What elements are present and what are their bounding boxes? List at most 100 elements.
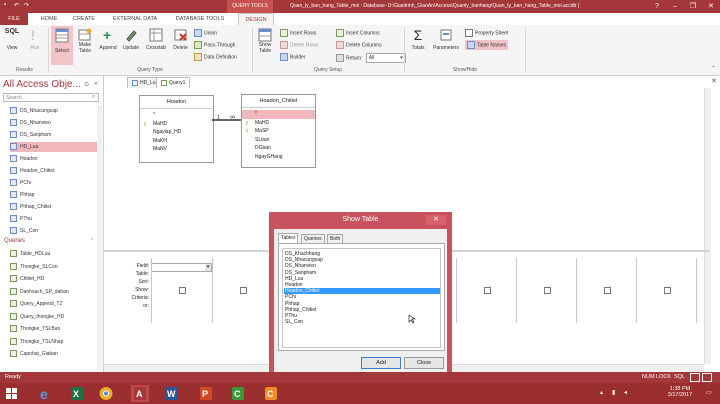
nav-query-item[interactable]: Thongke_TSLNhap <box>10 337 102 347</box>
tray-arrow-icon[interactable]: ▴ <box>600 389 603 396</box>
chevron-up-icon[interactable]: ⌃ <box>90 238 94 244</box>
insert-rows-button[interactable]: Insert Rows <box>280 29 316 37</box>
nav-section-queries[interactable]: Queries <box>4 238 25 244</box>
ie-icon[interactable]: e <box>37 385 55 402</box>
nav-query-item[interactable]: Table_HDLuu <box>10 249 102 259</box>
crosstab-button[interactable]: Crosstab <box>143 28 169 51</box>
field-item[interactable]: DGban <box>242 144 315 153</box>
delete-columns-button[interactable]: Delete Columns <box>336 41 382 49</box>
return-dropdown[interactable]: All ▾ <box>365 53 406 63</box>
recorder-icon[interactable]: C <box>262 385 280 402</box>
close-window-button[interactable]: ✕ <box>702 0 720 13</box>
tab-create[interactable]: CREATE <box>68 13 100 25</box>
insert-columns-button[interactable]: Insert Columns <box>336 29 380 37</box>
sql-view-button[interactable]: SQL <box>674 374 685 380</box>
table-list-item[interactable]: DS_Nhanvien <box>284 263 440 269</box>
table-box-hoadon[interactable]: Hoadon * ⚷ MaHD Ngaylap_HD MaKH MaNV <box>139 95 214 163</box>
access-icon[interactable]: A <box>131 385 149 402</box>
grid-column[interactable] <box>212 258 273 323</box>
field-item[interactable]: MaNV <box>140 145 213 154</box>
table-list-item[interactable]: Phhap_Chitiet <box>284 307 440 313</box>
nav-query-item[interactable]: Danhsach_SP_daban <box>10 287 102 297</box>
field-item[interactable]: ⚷ MaHD <box>140 120 213 129</box>
update-button[interactable]: Update <box>120 28 142 51</box>
property-sheet-button[interactable]: Property Sheet <box>465 29 508 37</box>
nav-query-item[interactable]: Chitiet_HD <box>10 274 102 284</box>
pass-through-button[interactable]: Pass-Through <box>194 41 235 49</box>
delete-rows-button[interactable]: Delete Rows <box>280 41 318 49</box>
grid-vertical-scrollbar[interactable] <box>704 252 711 364</box>
field-item[interactable]: SLban <box>242 136 315 145</box>
nav-table-item[interactable]: DS_Nhacungcap <box>10 106 102 116</box>
tab-external-data[interactable]: EXTERNAL DATA <box>106 13 164 25</box>
field-item[interactable]: MaKH <box>140 137 213 146</box>
nav-query-item[interactable]: Capnhat_Giaban <box>10 349 102 359</box>
delete-query-button[interactable]: Delete <box>170 28 191 51</box>
table-list-item[interactable]: PChi <box>284 294 440 300</box>
parameters-button[interactable]: Parameters <box>431 28 461 51</box>
table-names-button[interactable]: Table Names <box>465 40 509 50</box>
excel-icon[interactable]: X <box>68 385 86 402</box>
show-checkbox[interactable] <box>544 287 551 294</box>
collapse-ribbon-icon[interactable]: ⌃ <box>711 65 716 72</box>
word-icon[interactable]: W <box>163 385 181 402</box>
table-list-item[interactable]: SL_Con <box>284 319 440 325</box>
design-view-icon[interactable] <box>702 373 712 382</box>
notifications-icon[interactable]: ▭ <box>706 389 712 396</box>
grid-column[interactable] <box>151 258 212 323</box>
nav-table-item[interactable]: DS_Nhanvien <box>10 118 102 128</box>
show-checkbox[interactable] <box>240 287 247 294</box>
grid-column[interactable] <box>576 258 637 323</box>
table-list-item[interactable]: HD_Luu <box>284 276 440 282</box>
nav-search-input[interactable]: Search... <box>3 93 99 102</box>
undo-icon[interactable]: ↶ <box>14 2 19 9</box>
table-list-item[interactable]: DS_Sanpham <box>284 270 440 276</box>
append-button[interactable]: + Append <box>97 28 119 51</box>
grid-column[interactable] <box>636 258 697 323</box>
chrome-icon[interactable] <box>97 385 115 402</box>
table-list-item[interactable]: DS_Khachhang <box>284 251 440 257</box>
show-table-button[interactable]: Show Table <box>255 28 275 54</box>
field-item[interactable]: ⚷ MaHD <box>242 119 315 128</box>
nav-table-item[interactable]: Hoadon_Chitiet <box>10 166 102 176</box>
field-item[interactable]: NgayGHang <box>242 153 315 162</box>
data-definition-button[interactable]: Data Definition <box>194 53 237 61</box>
table-list[interactable]: DS_Khachhang DS_Nhacungcap DS_Nhanvien DS_S… <box>282 248 441 348</box>
close-button[interactable]: Close <box>404 357 444 369</box>
table-list-item[interactable]: Phhap <box>284 301 440 307</box>
nav-query-item[interactable]: Thongke_SLCon <box>10 262 102 272</box>
run-button[interactable]: ! Run <box>26 28 44 51</box>
close-document-icon[interactable]: ✕ <box>711 77 717 85</box>
datasheet-view-icon[interactable] <box>690 373 700 382</box>
design-vertical-scrollbar[interactable] <box>704 88 711 250</box>
show-checkbox[interactable] <box>179 287 186 294</box>
collapse-pane-icon[interactable]: « <box>94 81 97 87</box>
builder-button[interactable]: Builder <box>280 53 306 61</box>
nav-table-item[interactable]: Phhap_Chitiet <box>10 202 102 212</box>
show-checkbox[interactable] <box>604 287 611 294</box>
grid-column[interactable] <box>516 258 577 323</box>
show-checkbox[interactable] <box>664 287 671 294</box>
tab-home[interactable]: HOME <box>35 13 63 25</box>
nav-table-item[interactable]: HD_Luu <box>10 142 102 152</box>
tab-database-tools[interactable]: DATABASE TOOLS <box>168 13 232 25</box>
nav-query-item[interactable]: Query_Append_T2 <box>10 299 102 309</box>
dialog-close-icon[interactable]: ✕ <box>426 215 446 225</box>
make-table-button[interactable]: Make Table <box>75 28 95 54</box>
add-button[interactable]: Add <box>361 357 401 369</box>
camtasia-icon[interactable]: C <box>229 385 247 402</box>
tab-file[interactable]: FILE <box>0 13 28 25</box>
nav-table-item[interactable]: DS_Sanpham <box>10 130 102 140</box>
totals-button[interactable]: Σ Totals <box>408 28 428 52</box>
help-button[interactable]: ? <box>648 0 666 13</box>
table-list-item[interactable]: Hoadon_Chitiet <box>284 288 440 295</box>
restore-button[interactable]: ❐ <box>684 0 702 13</box>
show-checkbox[interactable] <box>484 287 491 294</box>
nav-table-item[interactable]: PChi <box>10 178 102 188</box>
nav-scrollbar[interactable] <box>97 105 102 370</box>
field-item[interactable]: * <box>140 111 213 120</box>
union-button[interactable]: Union <box>194 29 217 37</box>
nav-table-item[interactable]: Phhap <box>10 190 102 200</box>
save-icon[interactable]: ▪ <box>4 2 6 8</box>
nav-query-item[interactable]: Thongke_TSLBan <box>10 324 102 334</box>
